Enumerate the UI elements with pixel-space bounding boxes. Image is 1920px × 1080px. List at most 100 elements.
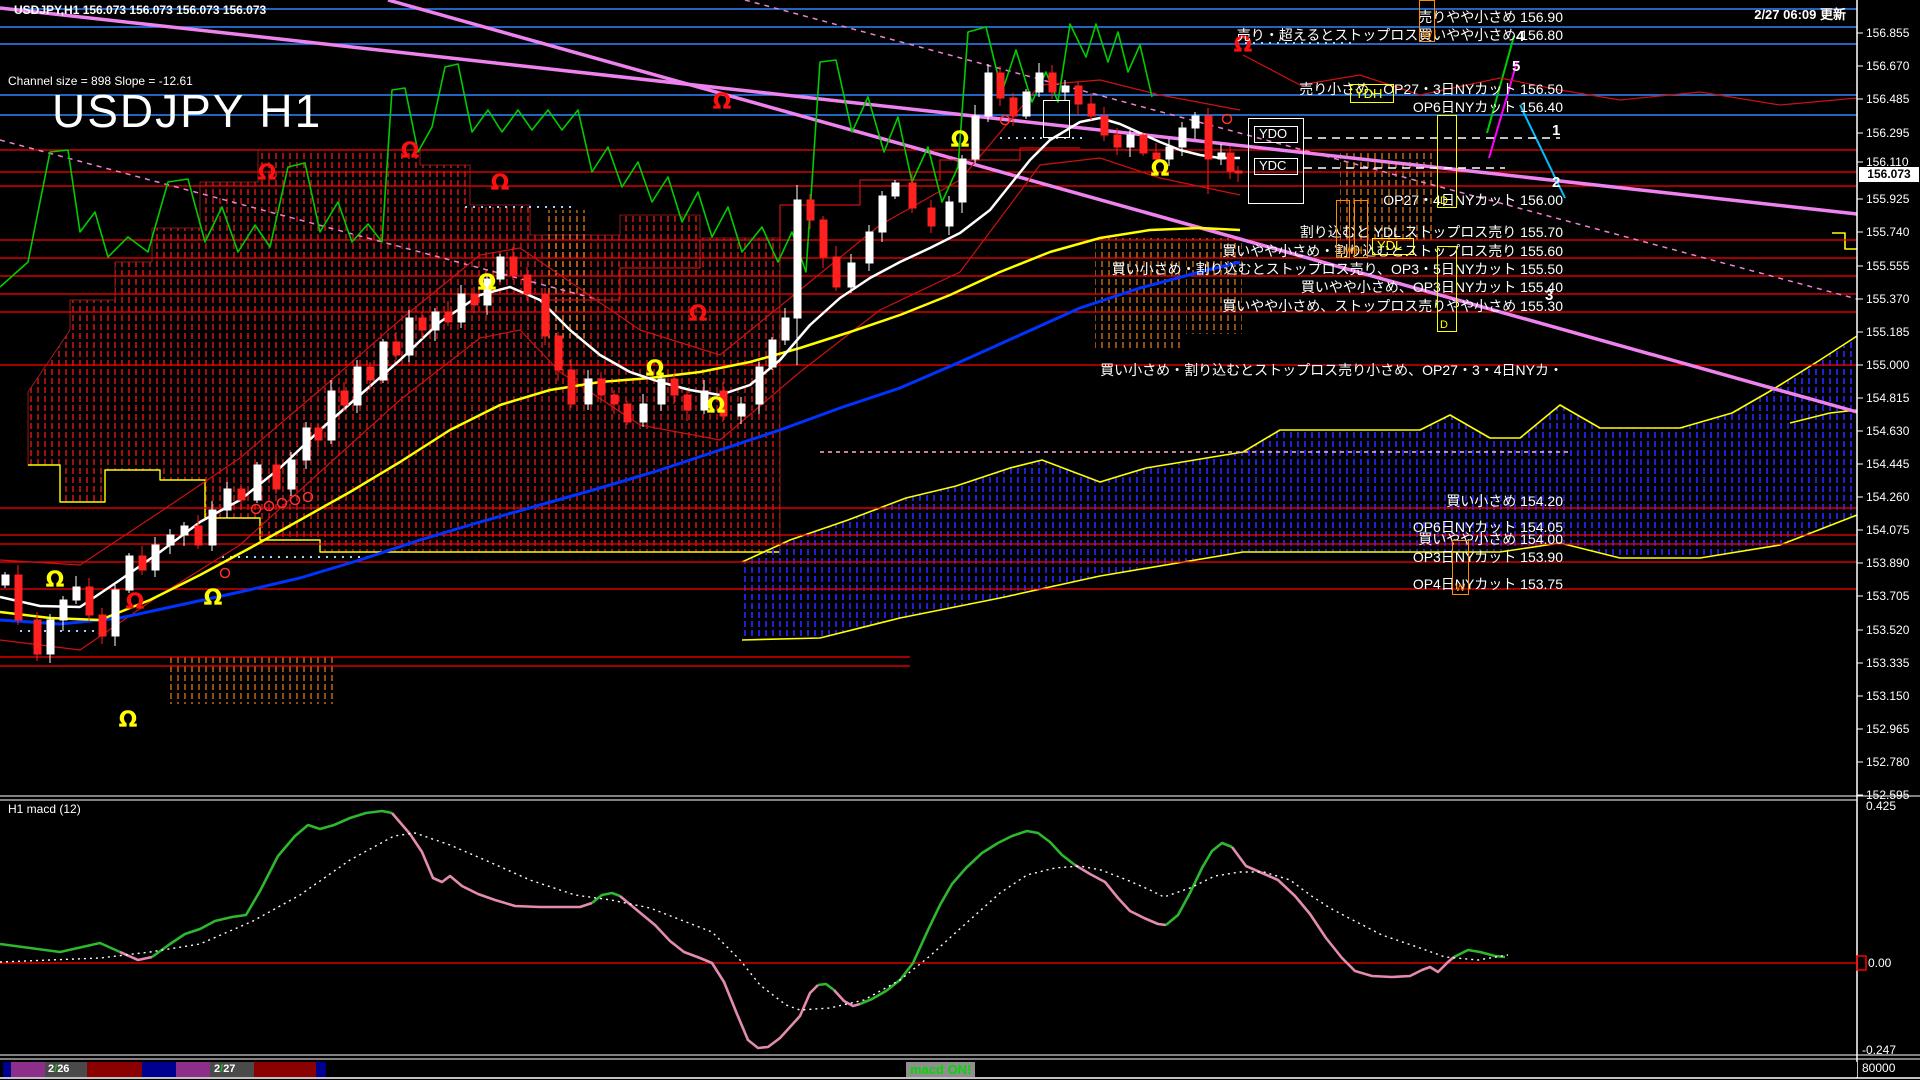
candle-body [497,257,504,279]
timeline-segment [11,1062,45,1077]
candle-body [60,600,67,620]
candle-body [985,73,992,116]
candle-body [458,294,465,322]
omega-signal-icon: Ω [478,271,497,296]
candle-body [684,395,691,410]
candle-body [224,489,231,510]
timeline-segment [87,1062,142,1077]
candle-body [598,379,605,395]
candle-body [756,367,763,404]
candle-body [585,379,592,404]
candle-body [432,312,439,330]
candle-body [99,615,106,636]
omega-signal-icon: Ω [258,161,277,186]
omega-signal-icon: Ω [491,171,510,196]
chart-canvas[interactable]: ΩΩΩΩΩΩΩΩΩΩΩΩΩΩΩ [0,0,1920,1080]
candle-body [406,318,413,355]
candle-body [866,232,873,263]
omega-signal-icon: Ω [646,357,665,382]
candle-body [959,159,966,202]
candle-body [1049,73,1056,92]
candle-body [34,620,41,654]
candle-body [820,220,827,257]
candle-body [794,200,801,318]
candle-body [1140,135,1147,153]
candle-body [909,183,916,208]
candle-body [86,587,93,615]
candle-body [167,535,174,545]
timeline-segment [176,1062,210,1077]
candle-body [892,183,899,196]
candle-body [997,73,1004,98]
omega-signal-icon: Ω [204,586,223,611]
candle-body [181,526,188,535]
candle-body [195,526,202,545]
candle-body [341,391,348,405]
omega-signal-icon: Ω [689,302,708,327]
omega-signal-icon: Ω [46,568,65,593]
candle-body [1218,153,1225,159]
timeline-segment [254,1062,316,1077]
omega-signal-icon: Ω [1234,33,1253,58]
candle-body [254,465,261,500]
candle-body [542,294,549,336]
omega-signal-icon: Ω [951,128,970,153]
omega-signal-icon: Ω [1151,157,1170,182]
omega-signal-icon: Ω [401,139,420,164]
candle-body [15,575,22,620]
candle-body [73,587,80,600]
candle-body [328,391,335,440]
candle-body [126,556,133,590]
candle-body [658,379,665,404]
candle-body [419,318,426,330]
candle-body [640,404,647,422]
candle-body [1075,86,1082,104]
candle-body [972,116,979,159]
candle-body [112,590,119,636]
candle-body [380,342,387,380]
candle-body [1235,171,1242,173]
orange-hatch-patch [170,656,335,704]
candle-body [611,395,618,404]
candle-body [671,379,678,395]
candle-body [1227,153,1234,171]
candle-body [1205,116,1212,159]
candle-body [209,510,216,545]
candle-body [1192,116,1199,128]
candle-body [273,465,280,489]
candle-body [782,318,789,340]
candle-body [1101,116,1108,135]
candle-body [47,620,54,654]
candle-body [568,370,575,404]
candle-body [139,556,146,570]
timeline-segment [210,1062,254,1077]
candle-body [510,257,517,275]
candle-body [354,367,361,405]
candle-body [288,460,295,489]
candle-body [1023,92,1030,116]
omega-signal-icon: Ω [119,708,138,733]
candle-body [1114,135,1121,147]
candle-body [848,263,855,287]
candle-body [928,208,935,226]
timeline-segment [3,1062,11,1077]
candle-body [2,575,9,585]
candle-body [624,404,631,422]
candle-body [833,257,840,287]
candle-body [1062,86,1069,92]
candle-body [946,202,953,226]
candle-body [393,342,400,355]
candle-body [769,340,776,367]
candle-body [1088,104,1095,116]
candle-body [238,489,245,500]
timeline-segment [45,1062,87,1077]
candle-body [1036,73,1043,92]
candle-body [807,200,814,220]
candle-body [445,312,452,322]
mt4-chart-window: ΩΩΩΩΩΩΩΩΩΩΩΩΩΩΩ USDJPY,H1 156.073 156.07… [0,0,1920,1080]
candle-body [152,545,159,570]
candle-body [555,336,562,370]
candle-body [315,428,322,440]
timeline-segment [316,1062,326,1077]
candle-body [879,196,886,232]
